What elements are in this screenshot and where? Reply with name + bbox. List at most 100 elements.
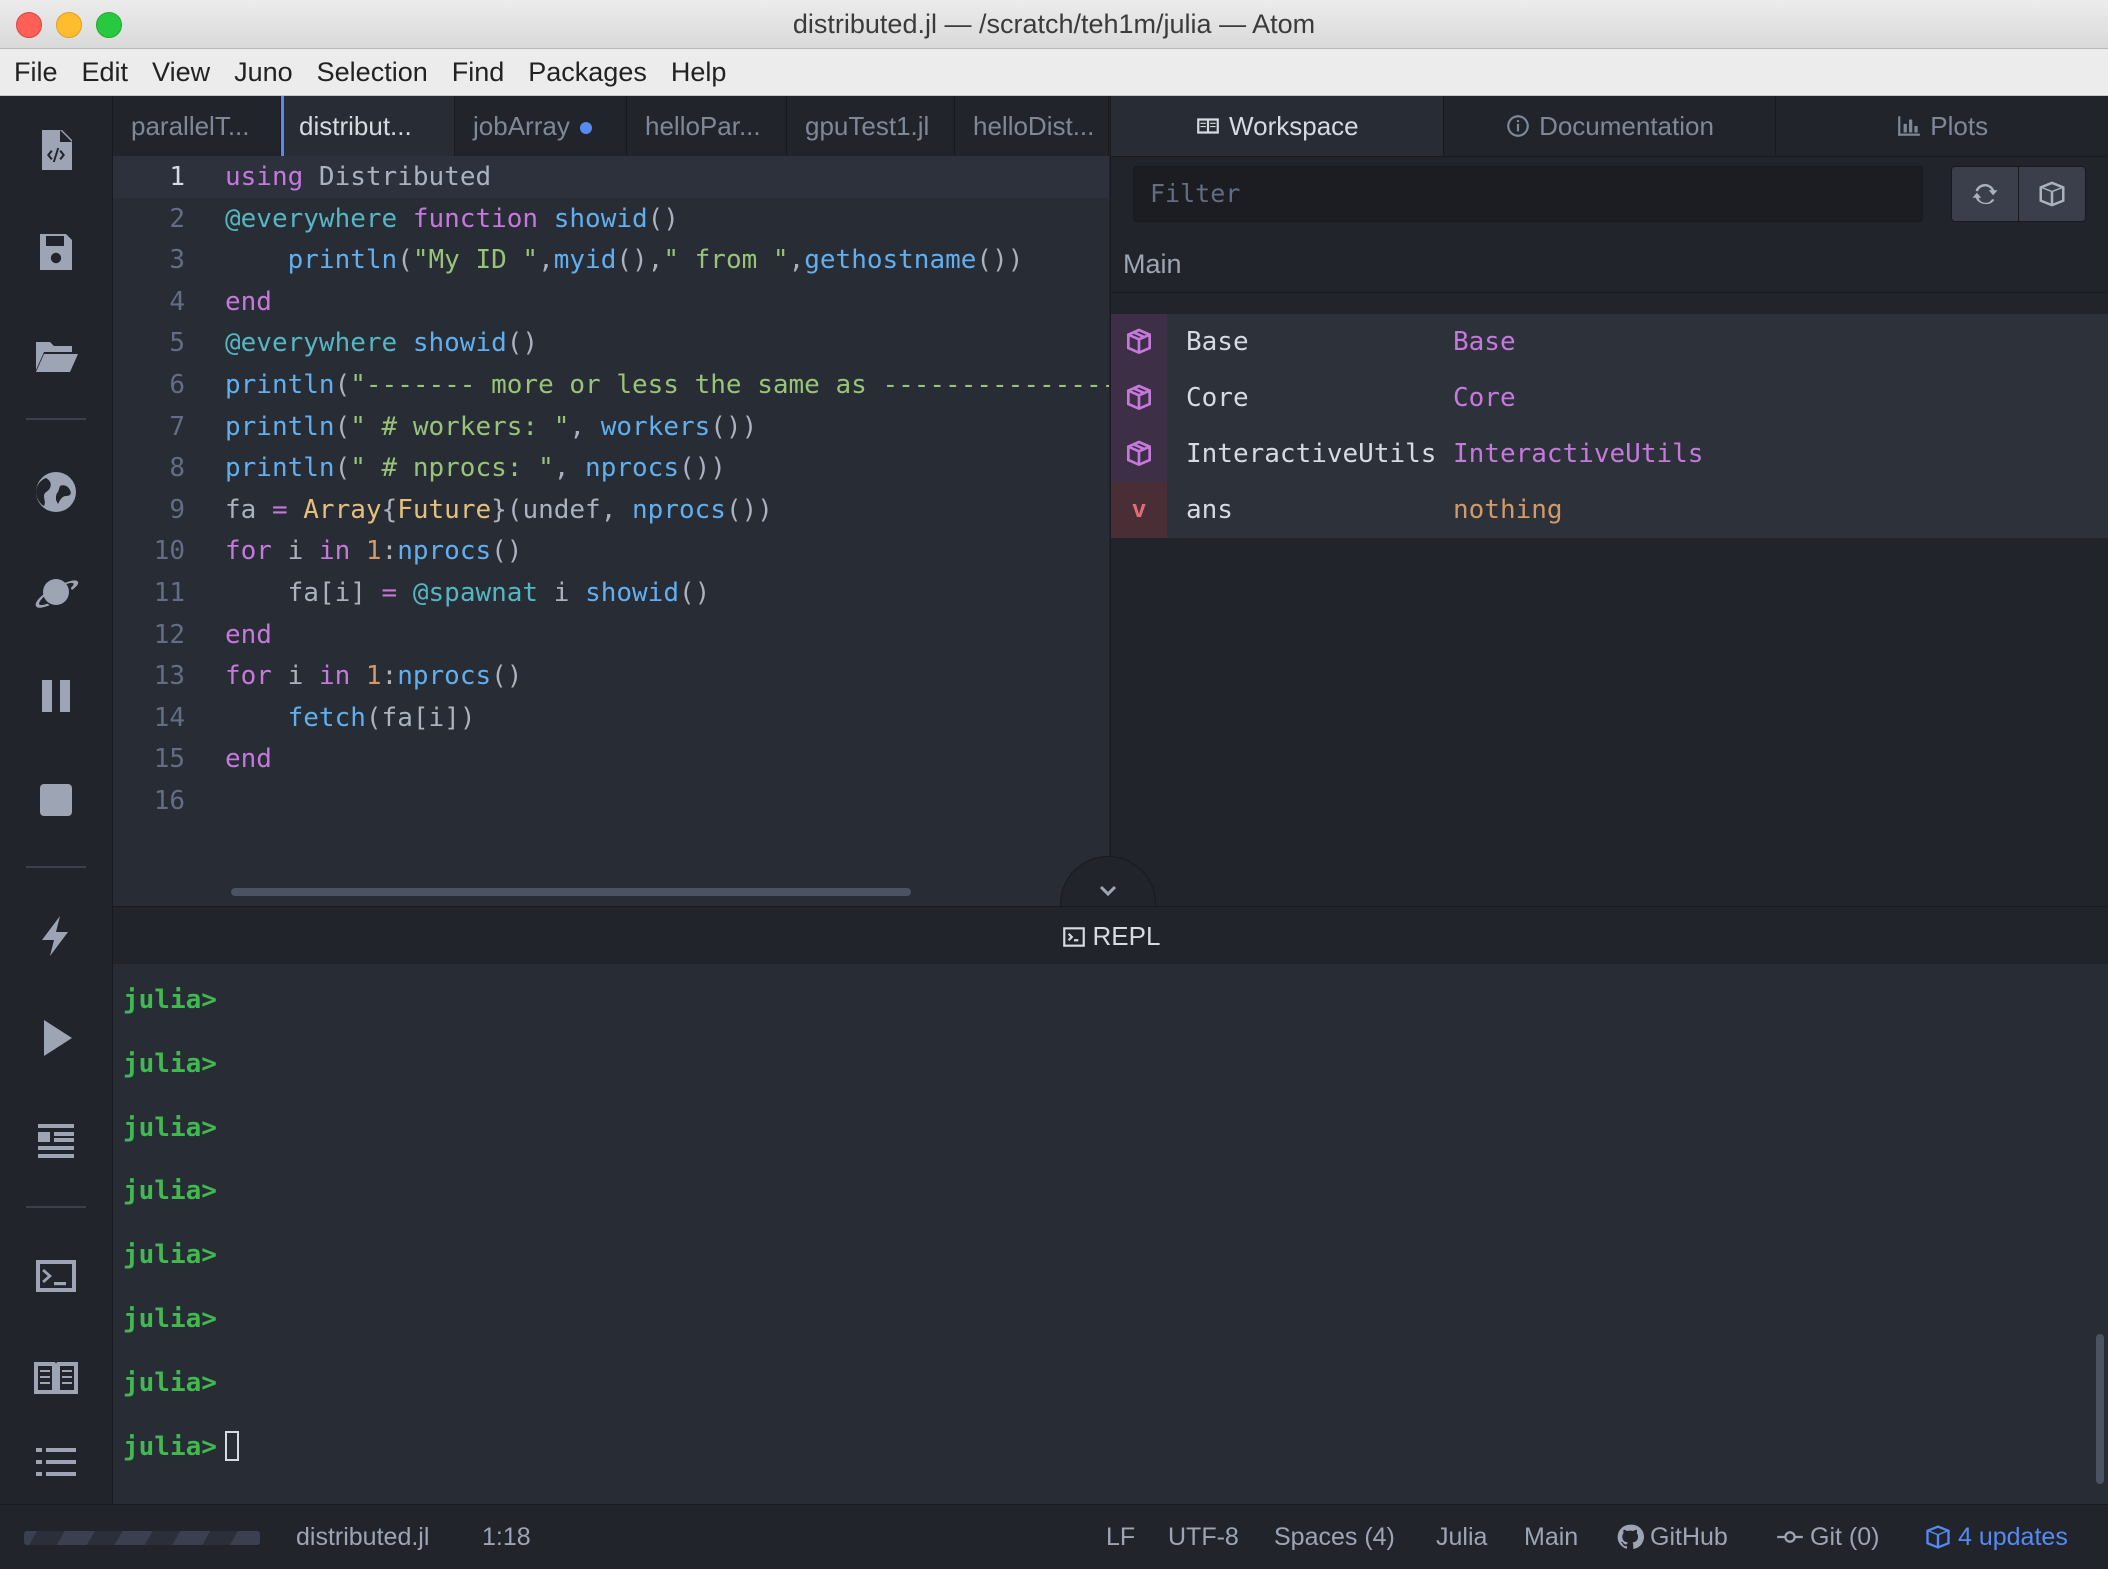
repl-prompt: julia> [123, 985, 217, 1015]
workspace-row[interactable]: Base Base [1111, 314, 2108, 370]
menu-juno[interactable]: Juno [222, 49, 305, 95]
editor-tab[interactable]: distribut... [281, 96, 455, 156]
code-token: @everywhere [225, 204, 398, 234]
modules-button[interactable] [2018, 166, 2086, 222]
code-token: nprocs [397, 661, 492, 691]
progress-indicator [24, 1531, 260, 1545]
workspace-panel: Workspace Documentation Plots Filter Mai… [1110, 96, 2108, 906]
editor-pane: parallelT... distribut... jobArray helloPar… [113, 96, 1109, 906]
line-source: fetch(fa[i]) [225, 697, 476, 739]
repl-line: julia> [123, 1106, 217, 1150]
outline-button[interactable] [24, 1432, 88, 1496]
stop-icon [40, 784, 72, 816]
status-cursor-position[interactable]: 1:18 [482, 1505, 531, 1569]
open-folder-button[interactable] [24, 324, 88, 388]
menu-find[interactable]: Find [440, 49, 517, 95]
repl-line: julia> [123, 1169, 217, 1213]
refresh-button[interactable] [1951, 166, 2019, 222]
github-icon [1617, 1524, 1644, 1549]
stop-button[interactable] [24, 768, 88, 832]
vertical-scrollbar[interactable] [2096, 1334, 2104, 1484]
line-number: 16 [153, 786, 185, 816]
workspace-row[interactable]: InteractiveUtils InteractiveUtils [1111, 426, 2108, 482]
line-source: println("------- more or less the same a… [225, 364, 1109, 406]
line-source: for i in 1:nprocs() [225, 655, 522, 697]
status-file-name[interactable]: distributed.jl [296, 1505, 429, 1569]
status-indentation[interactable]: Spaces (4) [1274, 1505, 1395, 1569]
filter-input[interactable]: Filter [1133, 166, 1923, 222]
menu-edit[interactable]: Edit [70, 49, 141, 95]
code-token: @spawnat [412, 578, 539, 608]
line-source: @everywhere function showid() [225, 198, 679, 240]
module-heading: Main [1111, 236, 2108, 293]
editor-tab[interactable]: jobArray [455, 96, 627, 156]
tab-documentation[interactable]: Documentation [1444, 96, 1777, 156]
format-code-button[interactable] [24, 1108, 88, 1172]
new-file-button[interactable] [24, 118, 88, 182]
code-token: : [381, 536, 398, 566]
line-number: 6 [169, 370, 185, 400]
workspace-row[interactable]: Core Core [1111, 370, 2108, 426]
code-token: (fa[i]) [365, 703, 476, 733]
line-source: println("My ID ",myid()," from ",gethost… [225, 239, 1024, 281]
code-token: ( [334, 412, 351, 442]
status-github[interactable]: GitHub [1616, 1505, 1728, 1569]
horizontal-scrollbar[interactable] [231, 888, 911, 896]
workspace-row[interactable]: v ans nothing [1111, 482, 2108, 538]
panel-tab-bar: Workspace Documentation Plots [1111, 96, 2108, 157]
code-token: i [271, 536, 319, 566]
connect-external-button[interactable] [24, 460, 88, 524]
status-line-ending[interactable]: LF [1106, 1505, 1135, 1569]
tab-workspace[interactable]: Workspace [1111, 96, 1444, 156]
pause-button[interactable] [24, 664, 88, 728]
code-token: , [538, 245, 554, 275]
file-code-icon [42, 130, 72, 170]
repl-prompt: julia> [123, 1304, 217, 1334]
line-source: end [225, 614, 272, 656]
menu-view[interactable]: View [140, 49, 222, 95]
editor-tab[interactable]: parallelT... [113, 96, 281, 156]
code-token: workers [600, 412, 711, 442]
tab-label: Documentation [1539, 111, 1714, 141]
globe-icon [36, 472, 76, 512]
status-git[interactable]: Git (0) [1776, 1505, 1879, 1569]
status-bar: distributed.jl 1:18 LF UTF-8 Spaces (4) … [0, 1504, 2108, 1569]
save-button[interactable] [24, 220, 88, 284]
repl-console[interactable]: julia> julia> julia> julia> julia> julia> juli… [113, 964, 2108, 1504]
run-file-button[interactable] [24, 1006, 88, 1070]
menu-packages[interactable]: Packages [516, 49, 659, 95]
status-updates[interactable]: 4 updates [1924, 1505, 2068, 1569]
code-editor[interactable]: 1 using Distributed 2 @everywhere function … [113, 156, 1109, 876]
line-number: 4 [169, 287, 185, 317]
git-label: Git (0) [1810, 1523, 1880, 1551]
menu-help[interactable]: Help [659, 49, 739, 95]
toolbar-separator [26, 418, 86, 420]
menu-selection[interactable]: Selection [305, 49, 440, 95]
menu-file[interactable]: File [0, 49, 70, 95]
line-number: 14 [153, 703, 185, 733]
code-token: showid [412, 328, 507, 358]
documentation-button[interactable] [24, 1346, 88, 1410]
git-commit-icon [1777, 1531, 1803, 1543]
tab-plots[interactable]: Plots [1776, 96, 2108, 156]
code-token: (), [616, 245, 664, 275]
code-token: in [318, 536, 351, 566]
show-repl-button[interactable] [24, 1244, 88, 1308]
run-cell-button[interactable] [24, 904, 88, 968]
status-module[interactable]: Main [1524, 1505, 1578, 1569]
code-token: println [225, 412, 335, 442]
code-line: 1 using Distributed [113, 156, 1109, 198]
status-grammar[interactable]: Julia [1436, 1505, 1487, 1569]
code-token: " # workers: " [350, 412, 570, 442]
pause-icon [42, 680, 70, 712]
status-encoding[interactable]: UTF-8 [1168, 1505, 1239, 1569]
editor-tab[interactable]: gpuTest1.jl [787, 96, 955, 156]
remote-process-button[interactable] [24, 560, 88, 624]
repl-prompt: julia> [123, 1240, 217, 1270]
line-number: 13 [153, 661, 185, 691]
folder-open-icon [36, 342, 78, 372]
refresh-icon [1972, 183, 1998, 205]
editor-tab[interactable]: helloDist... [955, 96, 1109, 156]
editor-tab[interactable]: helloPar... [627, 96, 787, 156]
